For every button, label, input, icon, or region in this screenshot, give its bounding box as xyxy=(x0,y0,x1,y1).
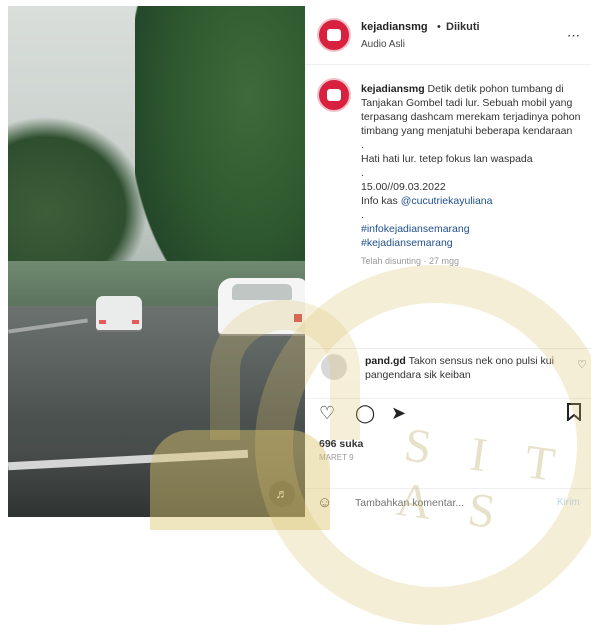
post-panel: kejadiansmg • Diikuti Audio Asli ⋯ kejad… xyxy=(305,6,591,517)
heart-icon[interactable]: ♡ xyxy=(319,403,335,424)
comment-like-heart-icon[interactable]: ♡ xyxy=(577,358,587,371)
comment-icon[interactable]: ◯ xyxy=(355,403,375,424)
add-comment-input[interactable] xyxy=(353,496,547,510)
post-header: kejadiansmg • Diikuti Audio Asli ⋯ xyxy=(305,6,591,65)
video-car-ahead xyxy=(96,296,142,330)
more-horizontal-icon[interactable]: ⋯ xyxy=(567,28,581,44)
emoji-icon[interactable]: ☺ xyxy=(317,494,332,511)
follow-status-button[interactable]: Diikuti xyxy=(446,21,480,33)
video-car-white xyxy=(218,278,305,334)
caption-info-prefix: Info kas xyxy=(361,195,401,207)
hashtag-link[interactable]: #kejadiansemarang xyxy=(361,236,583,250)
caption-warning: Hati hati lur. tetep fokus lan waspada xyxy=(361,153,533,165)
comment-item: pand.gd Takon sensus nek ono pulsi kui p… xyxy=(365,354,565,382)
caption-dot: . xyxy=(361,139,364,151)
post-comment-button[interactable]: Kirim xyxy=(557,497,580,508)
post-video[interactable]: ♬ xyxy=(8,6,305,517)
caption-datetime: 15.00//09.03.2022 xyxy=(361,181,446,193)
divider xyxy=(305,348,591,349)
instagram-post-frame: ♬ kejadiansmg • Diikuti Audio Asli ⋯ kej… xyxy=(0,0,591,625)
volume-icon[interactable]: ♬ xyxy=(269,481,295,507)
caption-info: Info kas @cucutriekayuliana xyxy=(361,194,583,208)
comment-username[interactable]: pand.gd xyxy=(365,355,406,367)
caption-mention-link[interactable]: @cucutriekayuliana xyxy=(401,195,493,207)
caption-dot: . xyxy=(361,167,364,179)
likes-count[interactable]: 696 suka xyxy=(319,438,363,450)
header-username[interactable]: kejadiansmg xyxy=(361,21,428,33)
comment-avatar[interactable] xyxy=(321,354,347,380)
post-caption: kejadiansmg Detik detik pohon tumbang di… xyxy=(361,82,583,268)
send-icon[interactable]: ➤ xyxy=(391,403,406,424)
bookmark-icon[interactable] xyxy=(567,403,581,426)
caption-username[interactable]: kejadiansmg xyxy=(361,83,425,95)
hashtag-link[interactable]: #infokejadiansemarang xyxy=(361,222,583,236)
post-actions: ♡ ◯ ➤ 696 suka MARET 9 xyxy=(305,398,591,489)
header-separator: • xyxy=(437,21,441,33)
post-date: MARET 9 xyxy=(319,453,354,462)
add-comment-bar: ☺ Kirim xyxy=(305,488,591,518)
caption-dot: . xyxy=(361,209,364,221)
avatar[interactable] xyxy=(317,18,351,52)
caption-time-ago: Telah disunting · 27 mgg xyxy=(361,256,460,266)
audio-label[interactable]: Audio Asli xyxy=(361,39,405,50)
caption-avatar[interactable] xyxy=(317,78,351,112)
